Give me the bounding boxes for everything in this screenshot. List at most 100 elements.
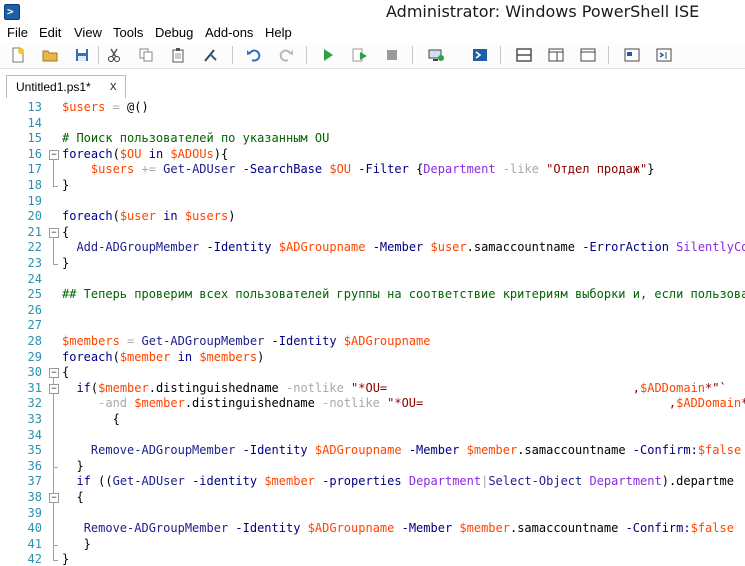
code-token: {	[62, 224, 70, 239]
line-number: 14	[27, 115, 42, 130]
open-button[interactable]	[40, 45, 60, 65]
redo-button[interactable]	[276, 45, 296, 65]
code-token: (	[112, 209, 120, 224]
menu-file[interactable]: File	[7, 25, 28, 40]
line-number: 41	[27, 536, 42, 551]
copy-button[interactable]	[136, 45, 156, 65]
code-token: {	[62, 490, 84, 504]
fold-end-marker	[53, 186, 58, 187]
fold-toggle-icon[interactable]: −	[49, 493, 59, 503]
code-token: .samaccountname	[466, 240, 575, 255]
cut-button[interactable]	[104, 45, 124, 65]
code-line[interactable]: }	[62, 552, 69, 566]
code-line[interactable]: ## Теперь проверим всех пользователей гр…	[62, 287, 745, 301]
stop-button[interactable]	[382, 45, 402, 65]
line-number: 32	[27, 396, 42, 411]
line-number: 18	[27, 178, 42, 192]
code-token: Remove-ADGroupMember	[83, 521, 229, 536]
new-script-button[interactable]	[8, 45, 28, 65]
layout-right-icon	[548, 48, 564, 62]
code-line[interactable]: }	[62, 537, 91, 551]
code-line[interactable]: foreach($OU in $ADOUs){	[62, 147, 228, 161]
code-line[interactable]: Add-ADGroupMember -Identity $ADGroupname…	[62, 240, 745, 254]
fold-guide	[53, 503, 54, 545]
code-line[interactable]: }	[62, 256, 69, 270]
code-line[interactable]: {	[62, 365, 69, 379]
tab-untitled1[interactable]: Untitled1.ps1* x	[6, 75, 126, 98]
fold-toggle-icon[interactable]: −	[49, 368, 59, 379]
menu-tools[interactable]: Tools	[113, 25, 143, 40]
code-token: .distinguishedname	[184, 396, 315, 411]
script-editor[interactable]: 13 $users = @() 14 15 # Поиск пользователей …	[0, 98, 745, 566]
close-icon[interactable]: x	[110, 78, 117, 93]
fold-toggle-icon[interactable]: −	[49, 383, 59, 394]
menu-debug[interactable]: Debug	[155, 25, 193, 40]
show-command-addon-button[interactable]	[654, 45, 674, 65]
code-line[interactable]: $users += Get-ADUser -SearchBase $OU -Fi…	[62, 162, 655, 176]
code-line[interactable]: foreach($user in $users)	[62, 209, 235, 223]
undo-button[interactable]	[244, 45, 264, 65]
code-token: ((	[90, 474, 113, 489]
folder-open-icon	[42, 50, 58, 62]
code-token: =	[105, 100, 128, 114]
code-token: $member	[134, 396, 185, 411]
code-line[interactable]: if($member.distinguishedname -notlike "*…	[62, 381, 726, 395]
code-token: Department	[589, 474, 662, 489]
code-line[interactable]: {	[62, 225, 69, 239]
menu-help[interactable]: Help	[265, 25, 292, 40]
code-token: $ADGroupname	[278, 240, 366, 255]
code-line[interactable]: $users = @()	[62, 100, 149, 114]
line-number: 21	[27, 224, 42, 239]
menu-edit[interactable]: Edit	[39, 25, 61, 40]
fold-toggle-icon[interactable]: −	[49, 227, 59, 238]
code-line[interactable]: }	[62, 178, 69, 192]
show-script-max-button[interactable]	[578, 45, 598, 65]
line-number: 31	[27, 380, 42, 395]
code-token: (	[112, 349, 120, 364]
start-powershell-button[interactable]	[470, 45, 490, 65]
title-bar: > Administrator: Windows PowerShell ISE	[0, 0, 745, 24]
menu-add-ons[interactable]: Add-ons	[205, 25, 253, 40]
code-line[interactable]: {	[62, 490, 84, 504]
code-token: $users	[90, 162, 135, 177]
code-token: Get-ADUser	[163, 162, 236, 177]
code-line[interactable]: Remove-ADGroupMember -Identity $ADGroupn…	[62, 443, 741, 457]
code-line[interactable]: foreach($member in $members)	[62, 350, 264, 364]
code-token: -like	[495, 162, 547, 177]
code-line[interactable]: if ((Get-ADUser -identity $member -prope…	[62, 474, 734, 488]
run-script-button[interactable]	[318, 45, 338, 65]
code-line[interactable]: Remove-ADGroupMember -Identity $ADGroupn…	[62, 521, 734, 535]
code-line[interactable]: -and $member.distinguishedname -notlike …	[62, 396, 745, 410]
clear-console-button[interactable]	[200, 45, 220, 65]
run-selection-button[interactable]	[350, 45, 370, 65]
code-token: $members	[62, 334, 120, 348]
code-token: $ADDomain	[676, 396, 742, 411]
code-token: }	[62, 552, 70, 566]
code-line[interactable]: {	[62, 412, 120, 426]
show-script-top-button[interactable]	[514, 45, 534, 65]
code-token: foreach	[62, 209, 113, 224]
code-token: foreach	[62, 146, 113, 161]
menu-bar: File Edit View Tools Debug Add-ons Help	[0, 24, 745, 42]
show-script-right-button[interactable]	[546, 45, 566, 65]
broom-icon	[204, 49, 217, 62]
new-remote-tab-button[interactable]	[426, 45, 446, 65]
code-token: }	[647, 162, 655, 177]
code-line[interactable]: }	[62, 458, 84, 473]
code-line[interactable]: # Поиск пользователей по указанным OU	[62, 131, 329, 145]
code-line[interactable]: $members = Get-ADGroupMember -Identity $…	[62, 334, 431, 348]
fold-toggle-icon[interactable]: −	[49, 149, 59, 160]
scissors-icon	[108, 48, 120, 62]
powershell-app-icon[interactable]: >	[4, 4, 20, 20]
show-command-window-button[interactable]	[622, 45, 642, 65]
paste-button[interactable]	[168, 45, 188, 65]
code-token: }	[62, 458, 84, 473]
menu-view[interactable]: View	[74, 25, 102, 40]
line-number: 19	[27, 193, 42, 208]
save-button[interactable]	[72, 45, 92, 65]
